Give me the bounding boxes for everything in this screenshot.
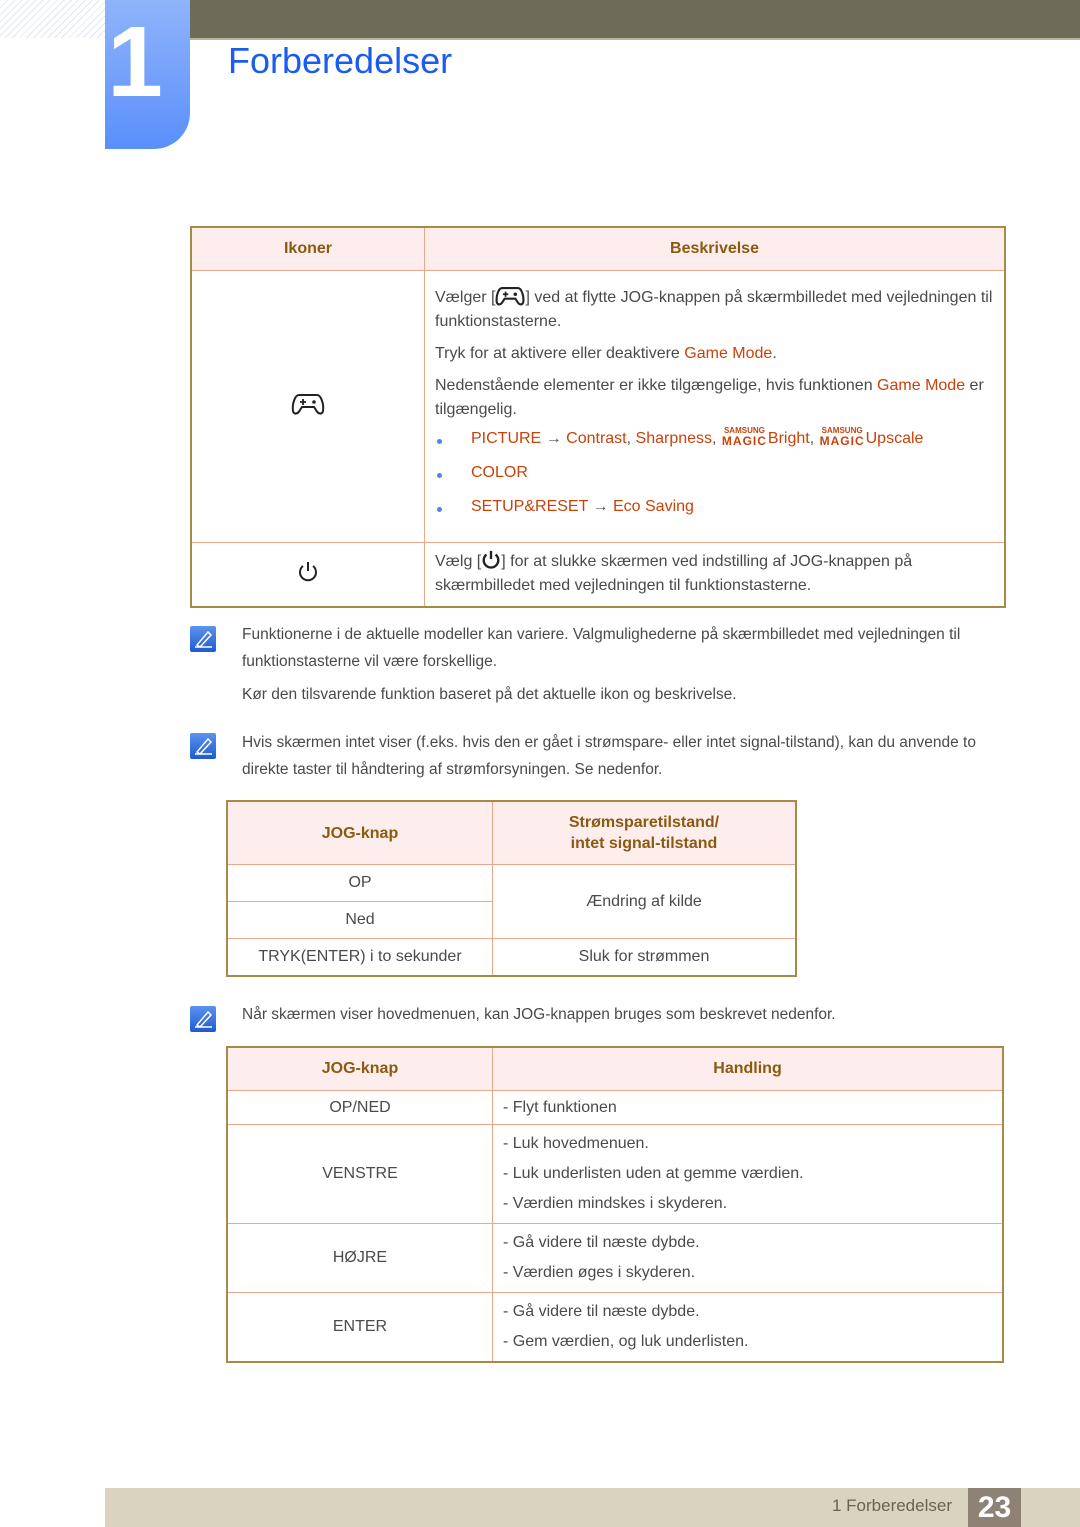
table-row: Vælger [] ved at flytte JOG-knappen på s… <box>190 270 1006 543</box>
unavailable-text: Nedenstående elementer er ikke tilgængel… <box>435 377 984 418</box>
action-cell: - Gå videre til næste dybde. - Værdien ø… <box>492 1223 1004 1293</box>
note-main-menu: Når skærmen viser hovedmenuen, kan JOG-k… <box>242 1006 836 1023</box>
icons-table: Ikoner Beskrivelse Vælger [] ved at flyt… <box>190 226 1006 608</box>
note-variation: Funktionerne i de aktuelle modeller kan … <box>242 626 961 703</box>
chapter-number: 1 <box>107 6 163 118</box>
table-row: HØJRE - Gå videre til næste dybde. - Vær… <box>226 1223 1004 1293</box>
game-mode-link: Game Mode <box>684 345 773 362</box>
header-jog-key: JOG-knap <box>226 1046 493 1091</box>
list-item: SETUP&RESET → Eco Saving <box>435 494 994 528</box>
table-row: Vælg [] for at slukke skærmen ved indsti… <box>190 542 1006 607</box>
gamepad-description: Vælger [] ved at flytte JOG-knappen på s… <box>435 285 994 334</box>
table-row: VENSTRE - Luk hovedmenuen. - Luk underli… <box>226 1124 1004 1224</box>
decorative-hatch <box>0 0 105 38</box>
header-description: Beskrivelse <box>424 226 1006 271</box>
note-icon <box>190 1006 216 1032</box>
power-inline-icon <box>482 551 500 569</box>
game-mode-toggle-text: Tryk for at aktivere eller deaktivere Ga… <box>435 345 777 362</box>
table-row: OP Ændring af kilde <box>226 864 797 939</box>
action-cell: Ændring af kilde <box>492 864 797 939</box>
header-action: Handling <box>492 1046 1004 1091</box>
note-icon <box>190 733 216 759</box>
note-power-keys: Hvis skærmen intet viser (f.eks. hvis de… <box>242 734 976 778</box>
action-cell: - Gå videre til næste dybde. - Gem værdi… <box>492 1292 1004 1363</box>
description-cell: Vælg [] for at slukke skærmen ved indsti… <box>424 542 1006 607</box>
header-jog-key: JOG-knap <box>226 800 493 865</box>
list-item: COLOR <box>435 460 994 494</box>
page-number: 23 <box>968 1488 1021 1527</box>
table-header-row: Ikoner Beskrivelse <box>190 226 1006 271</box>
table-row: ENTER - Gå videre til næste dybde. - Gem… <box>226 1292 1004 1363</box>
action-cell: - Flyt funktionen <box>492 1090 1004 1125</box>
key-cell: VENSTRE <box>226 1124 493 1224</box>
page-footer: 1 Forberedelser 23 <box>105 1488 1080 1527</box>
menu-table: JOG-knap Handling OP/NED - Flyt funktion… <box>226 1046 1004 1363</box>
key-cell: HØJRE <box>226 1223 493 1293</box>
table-header-row: JOG-knap Strømsparetilstand/intet signal… <box>226 800 797 865</box>
key-cell: OP/NED <box>226 1090 493 1125</box>
icon-cell <box>190 542 425 607</box>
unavailable-list: PICTURE → Contrast, Sharpness, SAMSUNG MA… <box>435 426 994 528</box>
list-item: PICTURE → Contrast, Sharpness, SAMSUNG MA… <box>435 426 994 460</box>
chapter-tab: 1 <box>105 0 190 149</box>
key-cell: TRYK(ENTER) i to sekunder <box>226 938 493 977</box>
footer-section-label: 1 Forberedelser <box>831 1496 952 1515</box>
key-cell: OP <box>226 864 493 902</box>
header-power-saving: Strømsparetilstand/intet signal-tilstand <box>492 800 797 865</box>
action-cell: Sluk for strømmen <box>492 938 797 977</box>
header-icons: Ikoner <box>190 226 425 271</box>
power-table: JOG-knap Strømsparetilstand/intet signal… <box>226 800 797 977</box>
action-cell: - Luk hovedmenuen. - Luk underlisten ude… <box>492 1124 1004 1224</box>
gamepad-icon <box>291 394 325 415</box>
key-cell: ENTER <box>226 1292 493 1363</box>
game-mode-link: Game Mode <box>877 377 966 394</box>
samsung-magic-logo: SAMSUNG MAGIC <box>721 426 767 448</box>
chapter-title: Forberedelser <box>228 40 453 81</box>
gamepad-inline-icon <box>496 287 525 306</box>
key-cell: Ned <box>226 901 493 939</box>
table-row: OP/NED - Flyt funktionen <box>226 1090 1004 1125</box>
power-icon <box>299 561 317 581</box>
header-bar <box>190 0 1080 40</box>
icon-cell <box>190 270 425 543</box>
description-cell: Vælger [] ved at flytte JOG-knappen på s… <box>424 270 1006 543</box>
table-row: TRYK(ENTER) i to sekunder Sluk for strøm… <box>226 938 797 977</box>
note-icon <box>190 626 216 652</box>
samsung-magic-logo: SAMSUNG MAGIC <box>819 426 865 448</box>
table-header-row: JOG-knap Handling <box>226 1046 1004 1091</box>
